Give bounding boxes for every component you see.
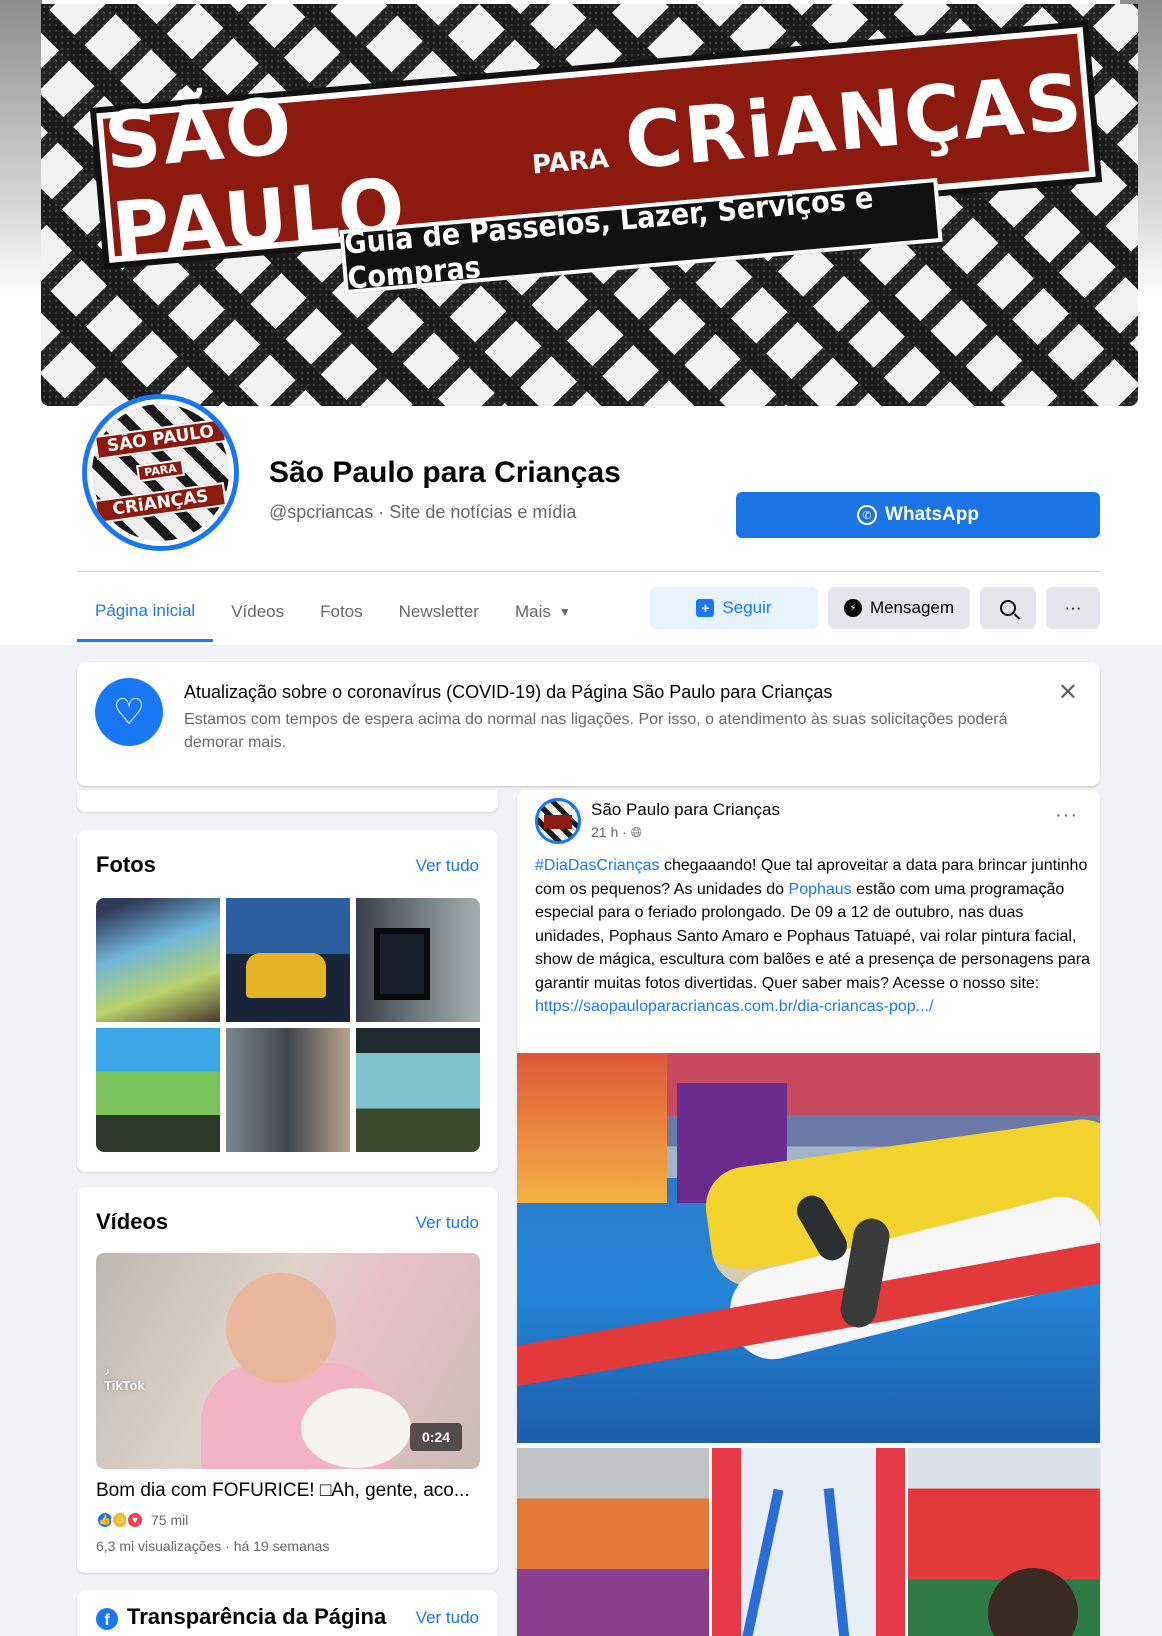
search-icon	[1000, 600, 1016, 616]
photo-thumbnail[interactable]	[96, 1028, 220, 1152]
post-author-name[interactable]: São Paulo para Crianças	[591, 800, 780, 820]
cover-banner-text-2: CRiANÇAS	[621, 57, 1088, 188]
tab-videos-label: Vídeos	[231, 602, 285, 621]
post-thumbnail[interactable]	[517, 1448, 710, 1636]
video-meta: 6,3 mi visualizações · há 19 semanas	[96, 1538, 330, 1554]
search-button[interactable]	[980, 587, 1036, 629]
globe-icon: 🌐︎	[630, 824, 642, 840]
image-wall	[517, 1053, 667, 1203]
covid-title[interactable]: Atualização sobre o coronavírus (COVID-1…	[184, 682, 832, 703]
follow-button[interactable]: + Seguir	[650, 587, 818, 629]
post-card: São Paulo para Crianças 21 h · 🌐︎ ··· #D…	[517, 790, 1100, 1636]
follow-label: Seguir	[722, 598, 772, 617]
messenger-icon: ⚡	[843, 599, 862, 617]
post-image-row	[517, 1448, 1100, 1636]
tiktok-label: TikTok	[104, 1378, 145, 1393]
tab-videos[interactable]: Vídeos	[213, 582, 302, 642]
close-icon[interactable]: ✕	[1058, 678, 1078, 707]
videos-title: Vídeos	[96, 1209, 169, 1234]
transparency-title: Transparência da Página	[127, 1604, 387, 1629]
cover-photo[interactable]: SÃO PAULO PARA CRiANÇAS Guia de Passeios…	[41, 4, 1138, 406]
photo-thumbnail[interactable]	[226, 898, 350, 1022]
video-duration: 0:24	[409, 1423, 462, 1451]
page-name: São Paulo para Crianças	[269, 456, 621, 489]
photo-thumbnail[interactable]	[96, 898, 220, 1022]
post-options-button[interactable]: ···	[1055, 804, 1078, 827]
video-title[interactable]: Bom dia com FOFURICE! □Ah, gente, aco...	[96, 1480, 480, 1502]
whatsapp-icon: ✆	[857, 505, 878, 525]
caret-down-icon: ▼	[558, 605, 571, 619]
photos-card: Fotos Ver tudo	[77, 830, 498, 1172]
videos-see-all-link[interactable]: Ver tudo	[416, 1213, 479, 1233]
message-button[interactable]: ⚡ Mensagem	[828, 587, 970, 629]
message-label: Mensagem	[869, 598, 955, 617]
post-mention-link[interactable]: Pophaus	[789, 881, 852, 898]
post-url-link[interactable]: https://saopauloparacriancas.com.br/dia-…	[535, 998, 933, 1015]
covid-body: Estamos com tempos de espera acima do no…	[184, 711, 1008, 751]
page-handle: @spcriancas · Site de notícias e mídia	[269, 502, 577, 522]
video-thumbnail[interactable]: ♪ TikTok 0:24	[96, 1253, 480, 1469]
post-hashtag-link[interactable]: #DiaDasCrianças	[535, 857, 660, 874]
header-divider	[77, 571, 1100, 572]
whatsapp-label: WhatsApp	[885, 504, 979, 525]
more-icon: ···	[1064, 598, 1082, 617]
heart-icon: ♡	[95, 678, 163, 746]
video-toy	[301, 1388, 411, 1468]
love-reaction-icon: ♥	[126, 1511, 144, 1529]
tab-more-label: Mais	[514, 602, 551, 621]
photos-see-all-link[interactable]: Ver tudo	[416, 856, 479, 876]
tab-photos[interactable]: Fotos	[302, 582, 381, 642]
tab-photos-label: Fotos	[320, 602, 363, 621]
post-timestamp[interactable]: 21 h · 🌐︎	[591, 824, 642, 841]
transparency-see-all-link[interactable]: Ver tudo	[416, 1608, 479, 1628]
more-options-button[interactable]: ···	[1046, 587, 1100, 629]
post-main-image[interactable]	[517, 1053, 1100, 1443]
facebook-icon: f	[96, 1608, 118, 1630]
tab-newsletter[interactable]: Newsletter	[381, 582, 497, 642]
tiktok-watermark: ♪ TikTok	[104, 1363, 145, 1393]
photos-title: Fotos	[96, 852, 156, 877]
follow-icon: +	[696, 599, 715, 617]
videos-card: Vídeos Ver tudo ♪ TikTok 0:24 Bom dia com…	[77, 1187, 498, 1573]
post-thumbnail[interactable]	[907, 1448, 1100, 1636]
cover-banner-para: PARA	[530, 143, 611, 181]
profile-avatar[interactable]: SÃO PAULO PARA CRiANÇAS	[82, 394, 239, 551]
tab-more[interactable]: Mais ▼	[497, 582, 589, 642]
photo-thumbnail[interactable]	[226, 1028, 350, 1152]
whatsapp-button[interactable]: ✆ WhatsApp	[736, 492, 1100, 538]
left-shade	[0, 0, 42, 300]
intro-card-stub	[77, 790, 498, 812]
tab-home-label: Página inicial	[95, 600, 196, 620]
photo-grid	[96, 898, 480, 1152]
photo-thumbnail[interactable]	[356, 1028, 480, 1152]
covid-notice: ♡ Atualização sobre o coronavírus (COVID…	[77, 662, 1100, 786]
photo-thumbnail[interactable]	[356, 898, 480, 1022]
post-time-text: 21 h ·	[591, 824, 631, 840]
post-thumbnail[interactable]	[712, 1448, 905, 1636]
tab-newsletter-label: Newsletter	[398, 602, 479, 621]
reaction-count: 75 mil	[151, 1512, 189, 1528]
post-text: #DiaDasCrianças chegaaando! Que tal apro…	[535, 854, 1090, 1019]
tab-home[interactable]: Página inicial	[77, 582, 214, 642]
post-author-avatar[interactable]	[535, 798, 581, 844]
video-figure-head	[226, 1273, 336, 1383]
video-reactions[interactable]: 👍 ☺ ♥ 75 mil	[96, 1511, 188, 1529]
page-tabs: Página inicial Vídeos Fotos Newsletter M…	[77, 582, 589, 646]
transparency-card: f Transparência da Página Ver tudo	[77, 1590, 498, 1636]
page-header: SÃO PAULO PARA CRiANÇAS Guia de Passeios…	[0, 0, 1162, 645]
